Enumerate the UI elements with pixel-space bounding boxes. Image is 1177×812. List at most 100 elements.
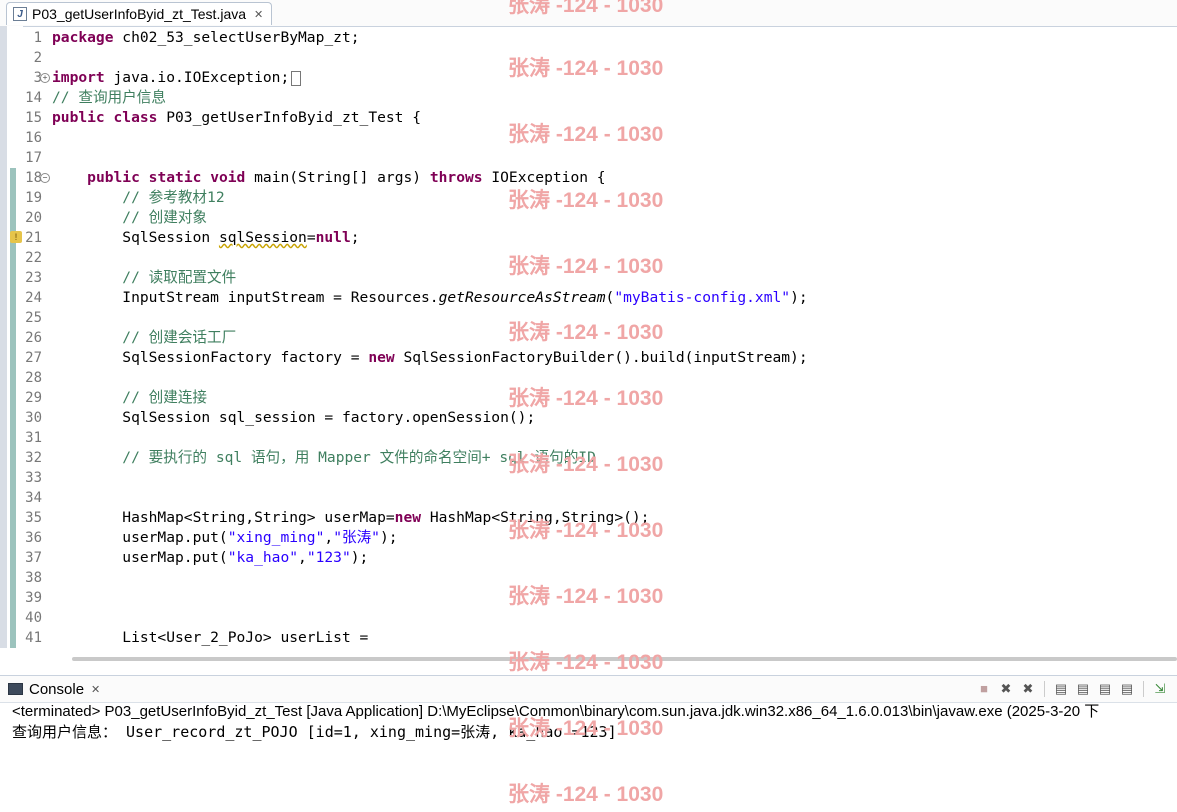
- code-token: static: [148, 169, 202, 186]
- code-token: );: [350, 549, 369, 566]
- code-line[interactable]: 21! SqlSession sqlSession=null;: [0, 228, 1177, 248]
- code-line[interactable]: 31: [0, 428, 1177, 448]
- collapse-fold-icon[interactable]: −: [40, 173, 50, 183]
- console-toolbar: ■ ✖ ✖ ▤ ▤ ▤ ▤ ⇲: [975, 680, 1169, 698]
- code-text: // 创建对象: [52, 208, 207, 228]
- code-line[interactable]: 18− public static void main(String[] arg…: [0, 168, 1177, 188]
- code-token: main(String[] args): [245, 169, 430, 186]
- close-icon[interactable]: ✕: [254, 8, 263, 21]
- code-token: package: [52, 29, 114, 46]
- line-number: 1: [33, 30, 42, 46]
- code-text: // 创建连接: [52, 388, 207, 408]
- code-text: // 查询用户信息: [52, 88, 166, 108]
- line-number: 21: [25, 230, 42, 246]
- code-line[interactable]: 14 // 查询用户信息: [0, 88, 1177, 108]
- code-token: userMap.put(: [52, 549, 228, 566]
- expand-fold-icon[interactable]: +: [40, 73, 50, 83]
- code-token: =: [306, 229, 316, 246]
- scroll-lock-icon[interactable]: ▤: [1074, 680, 1092, 698]
- code-text: // 读取配置文件: [52, 268, 236, 288]
- folded-imports-marker[interactable]: [291, 70, 302, 86]
- code-line[interactable]: 27 SqlSessionFactory factory = new SqlSe…: [0, 348, 1177, 368]
- code-text: SqlSessionFactory factory = new SqlSessi…: [52, 348, 808, 368]
- code-text: SqlSession sqlSession=null;: [52, 228, 360, 248]
- code-text: public static void main(String[] args) t…: [52, 168, 606, 188]
- watermark-text: 张涛 -124 - 1030: [508, 453, 664, 476]
- line-number: 3: [33, 70, 42, 86]
- code-token: ;: [350, 229, 360, 246]
- code-text: import java.io.IOException;: [52, 68, 302, 88]
- code-token: public: [52, 109, 105, 126]
- console-tab-label: Console: [29, 680, 85, 698]
- code-token: userMap.put(: [52, 529, 228, 546]
- code-token: getResourceAsStream: [438, 289, 606, 306]
- line-number: 16: [25, 130, 42, 146]
- line-number: 14: [25, 90, 42, 106]
- code-token: IOException {: [482, 169, 606, 186]
- code-token: P03_getUserInfoByid_zt_Test {: [157, 109, 422, 126]
- code-token: "myBatis-config.xml": [614, 289, 791, 306]
- code-token: List<User_2_PoJo> userList =: [52, 629, 369, 646]
- code-line[interactable]: 34: [0, 488, 1177, 508]
- code-line[interactable]: 1 package ch02_53_selectUserByMap_zt;: [0, 28, 1177, 48]
- code-token: "xing_ming": [227, 529, 325, 546]
- code-token: import: [52, 69, 105, 86]
- display-console-icon[interactable]: ▤: [1118, 680, 1136, 698]
- code-token: "123": [306, 549, 351, 566]
- line-number: 22: [25, 250, 42, 266]
- watermark-text: 张涛 -124 - 1030: [508, 189, 664, 212]
- watermark-text: 张涛 -124 - 1030: [508, 57, 664, 80]
- code-token: // 查询用户信息: [52, 89, 166, 106]
- line-number: 29: [25, 390, 42, 406]
- code-line[interactable]: 28: [0, 368, 1177, 388]
- code-token: new: [394, 509, 422, 526]
- code-line[interactable]: 30 SqlSession sql_session = factory.open…: [0, 408, 1177, 428]
- remove-all-launches-icon[interactable]: ✖: [1019, 680, 1037, 698]
- line-number: 20: [25, 210, 42, 226]
- toolbar-separator: [1044, 681, 1045, 697]
- code-line[interactable]: 41 List<User_2_PoJo> userList =: [0, 628, 1177, 648]
- code-token: ,: [324, 529, 334, 546]
- code-token: public: [87, 169, 140, 186]
- show-on-output-icon[interactable]: ▤: [1096, 680, 1114, 698]
- code-text: userMap.put("ka_hao","123");: [52, 548, 368, 568]
- terminate-icon[interactable]: ■: [975, 680, 993, 698]
- line-number: 31: [25, 430, 42, 446]
- code-token: );: [790, 289, 808, 306]
- line-number: 30: [25, 410, 42, 426]
- console-tab[interactable]: Console ✕: [8, 679, 100, 699]
- line-number: 37: [25, 550, 42, 566]
- watermark-text: 张涛 -124 - 1030: [508, 123, 664, 146]
- open-console-icon[interactable]: ⇲: [1151, 680, 1169, 698]
- code-token: "ka_hao": [227, 549, 299, 566]
- line-number: 39: [25, 590, 42, 606]
- editor-tab-active[interactable]: J P03_getUserInfoByid_zt_Test.java ✕: [6, 2, 273, 25]
- editor-tab-title: P03_getUserInfoByid_zt_Test.java: [32, 6, 247, 22]
- code-text: userMap.put("xing_ming","张涛");: [52, 528, 397, 548]
- code-line[interactable]: 24 InputStream inputStream = Resources.g…: [0, 288, 1177, 308]
- code-text: List<User_2_PoJo> userList =: [52, 628, 368, 648]
- close-icon[interactable]: ✕: [91, 683, 100, 696]
- code-line[interactable]: 40: [0, 608, 1177, 628]
- code-token: sqlSession: [218, 229, 307, 246]
- warning-marker-icon[interactable]: !: [10, 231, 22, 243]
- code-line[interactable]: 17: [0, 148, 1177, 168]
- code-token: SqlSessionFactoryBuilder().build(inputSt…: [394, 349, 808, 366]
- line-number: 35: [25, 510, 42, 526]
- code-token: // 读取配置文件: [122, 269, 237, 286]
- code-token: "张涛": [333, 529, 380, 546]
- code-token: (: [605, 289, 615, 306]
- clear-console-icon[interactable]: ▤: [1052, 680, 1070, 698]
- watermark-text: 张涛 -124 - 1030: [508, 585, 664, 608]
- code-line[interactable]: 37 userMap.put("ka_hao","123");: [0, 548, 1177, 568]
- code-token: // 创建会话工厂: [122, 329, 237, 346]
- code-text: public class P03_getUserInfoByid_zt_Test…: [52, 108, 421, 128]
- remove-launch-icon[interactable]: ✖: [997, 680, 1015, 698]
